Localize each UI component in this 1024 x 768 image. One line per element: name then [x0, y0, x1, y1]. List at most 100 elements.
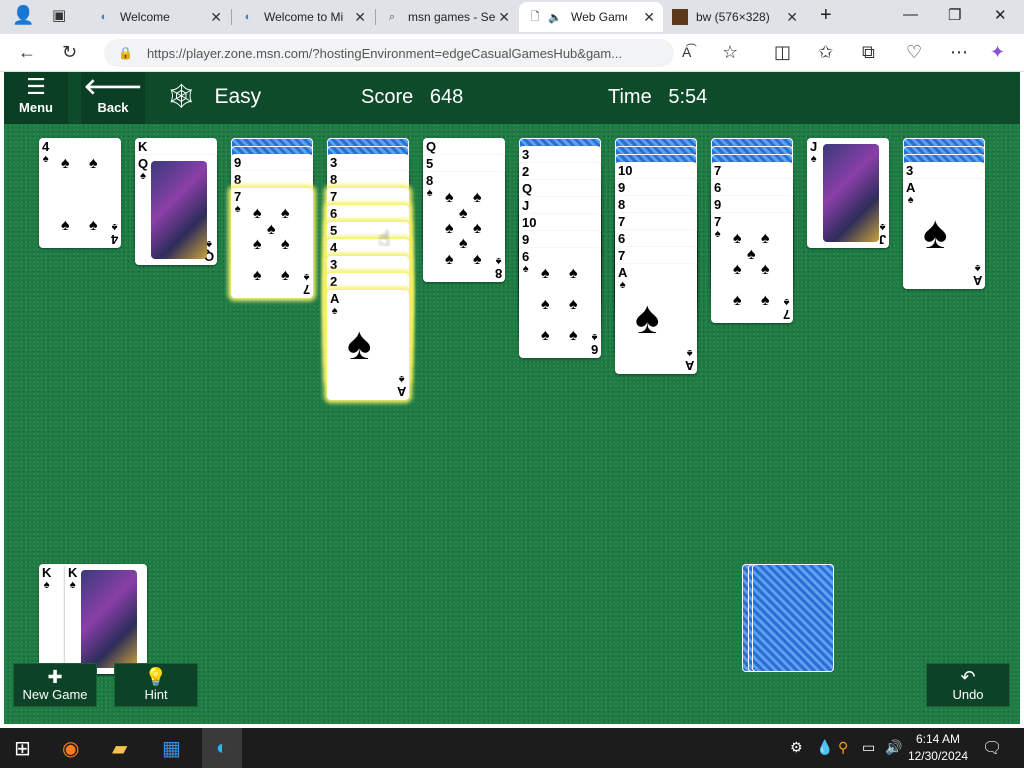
card-back[interactable]: [752, 564, 834, 672]
playing-card[interactable]: J ♠ J ♠: [807, 138, 889, 248]
tab-bw-image[interactable]: bw (576×328) ✕: [664, 2, 806, 32]
card-rank: 8♠: [426, 173, 434, 199]
spade-icon: ♠: [569, 327, 578, 344]
completed-king-card[interactable]: K ♠: [65, 564, 147, 674]
playing-card[interactable]: A ♠ A ♠ ♠: [327, 290, 409, 400]
spade-icon: ♠: [281, 205, 290, 222]
spade-icon: ♠: [761, 292, 770, 309]
spade-icon: ♠: [281, 236, 290, 253]
tray-tools-icon[interactable]: ⚙: [790, 739, 803, 756]
url-field[interactable]: 🔒 https://player.zone.msn.com/?hostingEn…: [104, 39, 674, 67]
card-rank-bottom: J ♠: [878, 221, 886, 247]
playing-card[interactable]: 8 ♠ 8 ♠ ♠ ♠ ♠ ♠ ♠ ♠ ♠ ♠: [423, 172, 505, 282]
split-screen-icon[interactable]: ◫: [774, 42, 791, 62]
tray-drop-icon[interactable]: 💧: [816, 739, 833, 756]
taskbar-clock[interactable]: 6:14 AM 12/30/2024: [908, 731, 968, 765]
spade-icon: ♠: [761, 261, 770, 278]
profile-icon[interactable]: 👤: [12, 5, 34, 26]
playing-card[interactable]: Q ♠ Q ♠: [135, 155, 217, 265]
browser-tab-bar: 👤 ▣ ◐ Welcome ✕ ◐ Welcome to Mi ✕ ⌕ msn …: [0, 0, 1024, 34]
spade-icon: ♠: [923, 206, 948, 258]
spade-icon: ♠: [459, 235, 468, 252]
hamburger-icon: ☰: [26, 74, 46, 99]
tab-title: Welcome: [120, 10, 170, 24]
playing-card[interactable]: 7 ♠ 7 ♠ ♠ ♠ ♠ ♠ ♠ ♠ ♠: [711, 213, 793, 323]
tab-title: Welcome to Mi: [264, 10, 344, 24]
clock-time: 6:14 AM: [915, 732, 960, 746]
card-rank: A ♠: [330, 291, 340, 317]
playing-card[interactable]: A ♠ A ♠ ♠: [903, 179, 985, 289]
tray-search-icon[interactable]: ⚲: [838, 739, 848, 756]
tab-msn-games-search[interactable]: ⌕ msn games - Se ✕: [376, 2, 518, 32]
back-button[interactable]: 🡐 Back: [81, 72, 145, 124]
collections-icon[interactable]: ⧉: [862, 42, 875, 62]
playing-card[interactable]: 4 ♠ 4 ♠ ♠ ♠ ♠ ♠: [39, 138, 121, 248]
back-arrow-icon: 🡐: [83, 74, 143, 99]
file-explorer-icon[interactable]: ▰: [112, 736, 127, 761]
card-rank: 4♠: [42, 139, 50, 165]
close-tab-icon[interactable]: ✕: [498, 9, 510, 26]
volume-icon[interactable]: 🔊: [885, 739, 902, 756]
close-window-button[interactable]: ✕: [994, 6, 1007, 24]
new-game-button[interactable]: ✚ New Game: [13, 663, 97, 707]
playing-card[interactable]: 6 ♠ 6 ♠ ♠ ♠ ♠ ♠ ♠ ♠: [519, 248, 601, 358]
hint-label: Hint: [144, 687, 168, 702]
edge-taskbar-icon[interactable]: ◐: [202, 728, 242, 768]
audio-playing-icon[interactable]: 🔈: [547, 9, 563, 25]
tab-title: msn games - Se: [408, 10, 496, 24]
card-rank-bottom: 7 ♠: [302, 271, 310, 297]
network-icon[interactable]: ▭: [862, 739, 875, 756]
spade-icon: ♠: [445, 189, 454, 206]
score-display: Score 648: [361, 86, 463, 109]
spade-icon: ♠: [747, 246, 756, 263]
solitaire-game: ☰ Menu 🡐 Back 🕸 Easy Score 648 Time 5:54…: [4, 72, 1020, 724]
card-rank: K♠: [42, 565, 52, 591]
tab-title: bw (576×328): [696, 10, 770, 24]
minimize-button[interactable]: —: [903, 6, 918, 23]
store-icon[interactable]: ▦: [162, 736, 181, 761]
undo-button[interactable]: ↶ Undo: [926, 663, 1010, 707]
favorite-star-icon[interactable]: ☆: [722, 42, 738, 62]
hand-cursor-icon: ☝: [378, 228, 391, 250]
spade-icon: ♠: [541, 265, 550, 282]
copilot-icon[interactable]: ✦: [990, 42, 1005, 62]
time-label: Time: [608, 86, 652, 108]
page-icon: 🗋: [530, 10, 540, 23]
spade-icon: ♠: [473, 220, 482, 237]
spade-icon: ♠: [733, 292, 742, 309]
windows-taskbar: ⊞ ◉ ▰ ▦ ◐ ⚙ 💧 ⚲ ▭ 🔊 6:14 AM 12/30/2024 🗨: [0, 728, 1024, 768]
tab-welcome[interactable]: ◐ Welcome ✕: [88, 2, 230, 32]
spade-icon: ♠: [733, 230, 742, 247]
difficulty-indicator: 🕸 Easy: [166, 82, 261, 111]
spade-icon: ♠: [473, 251, 482, 268]
tab-web-game[interactable]: 🗋 🔈 Web Game ✕: [519, 2, 663, 32]
close-tab-icon[interactable]: ✕: [354, 9, 366, 26]
maximize-button[interactable]: ❐: [948, 6, 961, 24]
court-portrait: [823, 144, 879, 242]
address-bar-row: ← ↻ 🔒 https://player.zone.msn.com/?hosti…: [0, 34, 1024, 72]
refresh-icon[interactable]: ↻: [62, 42, 77, 62]
new-tab-button[interactable]: +: [820, 4, 832, 27]
card-rank: 7♠: [234, 189, 242, 215]
playing-card[interactable]: A ♠ A ♠ ♠: [615, 264, 697, 374]
spade-icon: ♠: [253, 236, 262, 253]
menu-button[interactable]: ☰ Menu: [4, 72, 68, 124]
more-options-icon[interactable]: ⋯: [950, 42, 968, 62]
read-aloud-icon[interactable]: A͡: [682, 42, 691, 62]
playing-card[interactable]: 7 ♠ 7 ♠ ♠ ♠ ♠ ♠ ♠ ♠ ♠: [231, 188, 313, 298]
back-arrow-icon[interactable]: ←: [18, 42, 36, 62]
notifications-icon[interactable]: 🗨: [982, 738, 1002, 758]
windows-start-icon[interactable]: ⊞: [14, 736, 31, 761]
score-label: Score: [361, 86, 414, 108]
close-tab-icon[interactable]: ✕: [210, 9, 222, 26]
card-rank: Q♠: [138, 156, 149, 182]
firefox-icon[interactable]: ◉: [62, 736, 79, 761]
favorites-icon[interactable]: ✩: [818, 42, 833, 62]
close-tab-icon[interactable]: ✕: [786, 9, 798, 26]
tab-welcome-to-microsoft[interactable]: ◐ Welcome to Mi ✕: [232, 2, 374, 32]
close-tab-icon[interactable]: ✕: [643, 9, 655, 26]
browser-essentials-icon[interactable]: ♡: [906, 42, 922, 62]
tab-actions-icon[interactable]: ▣: [52, 6, 66, 24]
hint-button[interactable]: 💡 Hint: [114, 663, 198, 707]
spade-icon: ♠: [253, 267, 262, 284]
